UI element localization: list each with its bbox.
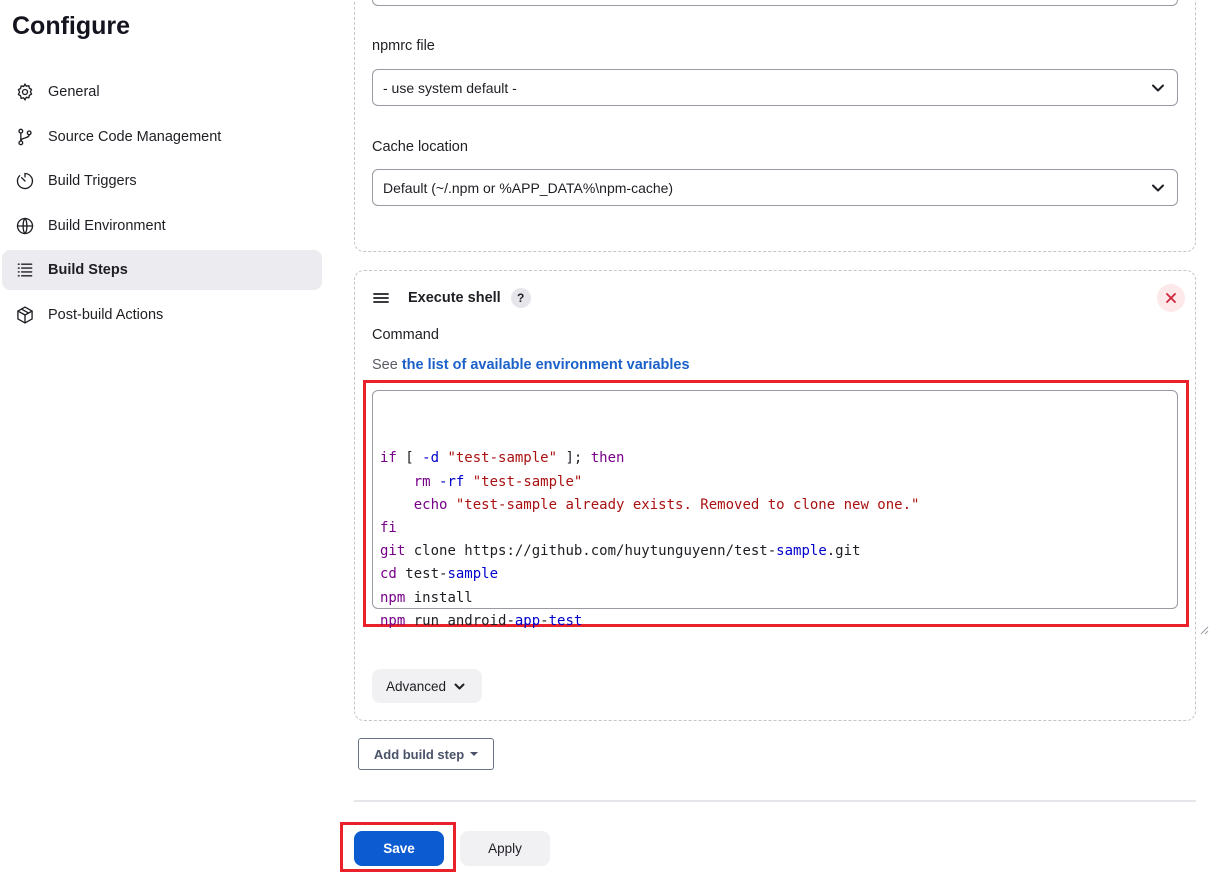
code-line: npm run android-app-test: [380, 612, 583, 629]
cache-location-label: Cache location: [372, 139, 468, 155]
command-label: Command: [372, 327, 439, 343]
add-build-step-label: Add build step: [373, 746, 465, 762]
chevron-down-icon: [1151, 81, 1165, 95]
advanced-label: Advanced: [386, 678, 447, 694]
package-icon: [14, 304, 36, 326]
npmrc-file-select[interactable]: - use system default -: [372, 69, 1178, 106]
chevron-down-icon: [1151, 181, 1165, 195]
resize-grip-icon[interactable]: [1166, 597, 1209, 635]
npmrc-file-value: - use system default -: [383, 79, 517, 96]
sidebar-item-post-build-actions[interactable]: Post-build Actions: [2, 295, 322, 335]
sidebar-item-label: Build Environment: [48, 217, 166, 234]
sidebar-item-label: Build Steps: [48, 262, 128, 278]
add-build-step-button[interactable]: Add build step: [358, 738, 494, 770]
previous-textarea[interactable]: [372, 0, 1178, 6]
delete-step-button[interactable]: [1157, 284, 1185, 312]
code-line: rm -rf "test-sample": [413, 473, 583, 490]
env-vars-prefix: See: [372, 357, 398, 373]
sidebar: General Source Code Management Build Tri…: [0, 72, 324, 339]
npmrc-file-label: npmrc file: [372, 38, 435, 54]
timer-icon: [14, 170, 36, 192]
sidebar-item-build-triggers[interactable]: Build Triggers: [2, 161, 322, 201]
divider: [354, 800, 1196, 802]
git-branch-icon: [14, 126, 36, 148]
drag-handle-icon[interactable]: [372, 291, 390, 305]
highlight-box-save: [340, 822, 456, 872]
sidebar-item-label: General: [48, 84, 100, 100]
execute-shell-header: Execute shell ?: [372, 287, 531, 309]
env-vars-link[interactable]: the list of available environment variab…: [402, 357, 690, 373]
advanced-button[interactable]: Advanced: [372, 669, 482, 703]
chevron-down-icon: [454, 683, 465, 689]
code-line: if [ -d "test-sample" ]; then: [380, 450, 625, 467]
apply-button[interactable]: Apply: [460, 831, 550, 866]
code-line: fi: [380, 519, 397, 536]
caret-down-icon: [470, 752, 479, 756]
code-line: echo "test-sample already exists. Remove…: [413, 496, 920, 513]
gear-icon: [14, 81, 36, 103]
help-button[interactable]: ?: [510, 288, 531, 308]
sidebar-item-general[interactable]: General: [2, 72, 322, 112]
env-vars-hint: See the list of available environment va…: [372, 357, 690, 373]
npm-config-panel: [354, 0, 1196, 252]
cache-location-value: Default (~/.npm or %APP_DATA%\npm-cache): [383, 179, 674, 196]
code-line: npm install: [380, 589, 473, 606]
cache-location-select[interactable]: Default (~/.npm or %APP_DATA%\npm-cache): [372, 169, 1178, 206]
code-line: git clone https://github.com/huytunguyen…: [380, 543, 861, 560]
globe-icon: [14, 215, 36, 237]
sidebar-item-label: Source Code Management: [48, 128, 222, 145]
sidebar-item-label: Build Triggers: [48, 173, 137, 189]
close-icon: [1166, 293, 1176, 303]
sidebar-item-build-environment[interactable]: Build Environment: [2, 206, 322, 246]
sidebar-item-source-code-management[interactable]: Source Code Management: [2, 117, 322, 157]
execute-shell-title: Execute shell: [408, 290, 501, 306]
sidebar-item-label: Post-build Actions: [48, 306, 164, 323]
list-icon: [14, 259, 36, 281]
sidebar-item-build-steps[interactable]: Build Steps: [2, 250, 322, 290]
code-line: cd test-sample: [380, 566, 499, 583]
footer-bar: [324, 817, 1218, 875]
command-textarea[interactable]: if [ -d "test-sample" ]; then rm -rf "te…: [372, 390, 1209, 635]
page-title: Configure: [12, 12, 131, 40]
